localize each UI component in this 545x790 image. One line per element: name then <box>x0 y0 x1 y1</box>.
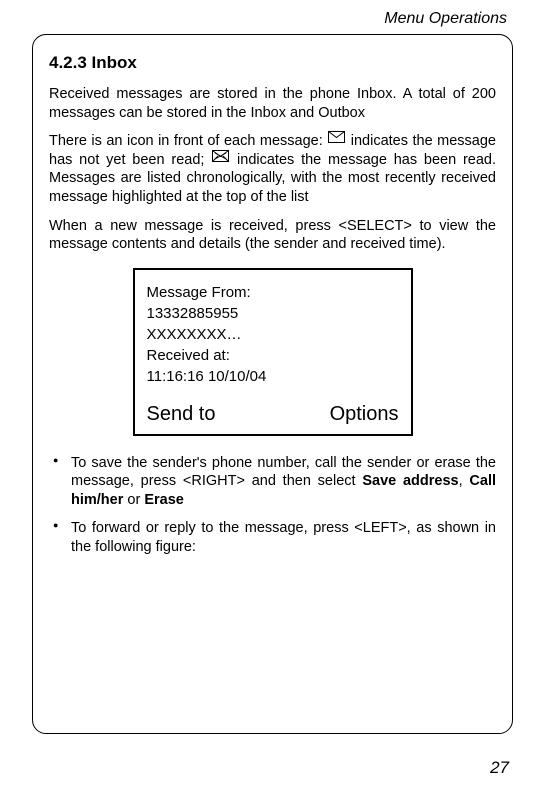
bullet1-erase: Erase <box>144 492 184 508</box>
content-frame: 4.2.3 Inbox Received messages are stored… <box>32 34 513 734</box>
unread-icon <box>328 130 345 149</box>
softkey-left: Send to <box>147 403 216 426</box>
msg-received-time: 11:16:16 10/10/04 <box>147 368 399 385</box>
para2-part-a: There is an icon in front of each messag… <box>49 133 327 149</box>
read-icon <box>212 149 229 168</box>
bullet-item-save: To save the sender's phone number, call … <box>49 454 496 510</box>
paragraph-icons: There is an icon in front of each messag… <box>49 132 496 206</box>
msg-received-label: Received at: <box>147 347 399 364</box>
bullet1-sep2: or <box>123 492 144 508</box>
msg-from-label: Message From: <box>147 284 399 301</box>
page-number: 27 <box>490 758 509 778</box>
page-header: Menu Operations <box>32 10 513 28</box>
msg-body: XXXXXXXX… <box>147 326 399 343</box>
msg-from-number: 13332885955 <box>147 305 399 322</box>
softkey-right: Options <box>330 403 399 426</box>
paragraph-select: When a new message is received, press <S… <box>49 217 496 254</box>
paragraph-intro: Received messages are stored in the phon… <box>49 85 496 122</box>
bullet-item-forward: To forward or reply to the message, pres… <box>49 519 496 556</box>
bullet1-sep1: , <box>459 473 470 489</box>
message-display-box: Message From: 13332885955 XXXXXXXX… Rece… <box>133 268 413 436</box>
bullet-list: To save the sender's phone number, call … <box>49 454 496 557</box>
bullet1-save-address: Save address <box>362 473 458 489</box>
section-title: 4.2.3 Inbox <box>49 53 496 73</box>
